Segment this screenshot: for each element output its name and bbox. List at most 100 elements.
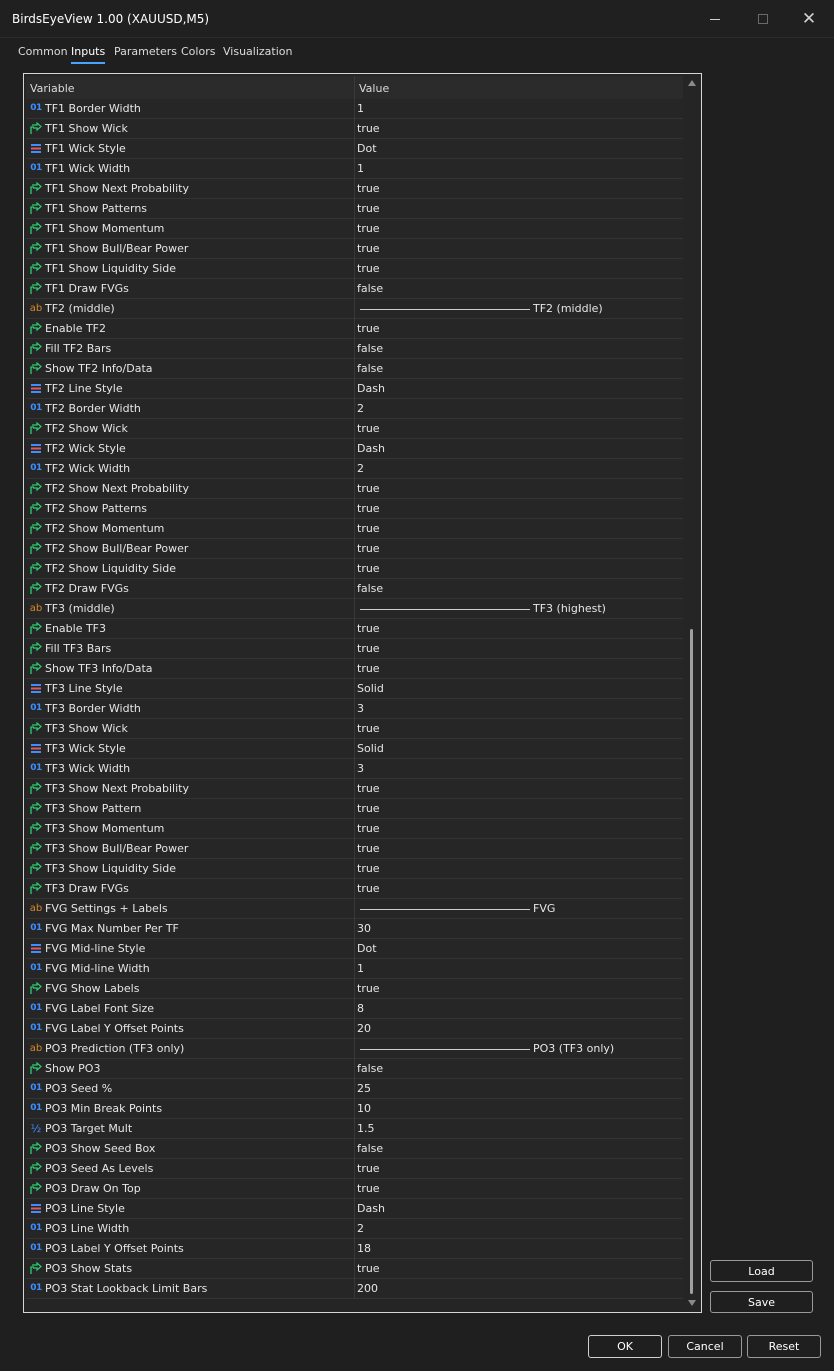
vertical-scrollbar[interactable] (685, 76, 699, 1310)
table-row[interactable]: TF3 Show Momentum true (26, 819, 683, 839)
variable-value[interactable]: 3 (357, 762, 364, 775)
variable-value[interactable]: true (357, 322, 380, 335)
table-row[interactable]: TF3 Draw FVGs true (26, 879, 683, 899)
variable-value[interactable]: true (357, 422, 380, 435)
section-row[interactable]: ab FVG Settings + Labels FVG (26, 899, 683, 919)
table-row[interactable]: 01 FVG Mid-line Width 1 (26, 959, 683, 979)
scroll-down-icon[interactable] (688, 1300, 696, 1306)
variable-value[interactable]: 25 (357, 1082, 371, 1095)
table-row[interactable]: TF1 Show Liquidity Side true (26, 259, 683, 279)
variable-value[interactable]: PO3 (TF3 only) (533, 1042, 614, 1055)
variable-value[interactable]: Solid (357, 682, 384, 695)
table-row[interactable]: 01 TF3 Wick Width 3 (26, 759, 683, 779)
table-row[interactable]: 01 PO3 Seed % 25 (26, 1079, 683, 1099)
variable-value[interactable]: true (357, 482, 380, 495)
table-row[interactable]: PO3 Draw On Top true (26, 1179, 683, 1199)
variable-value[interactable]: TF2 (middle) (533, 302, 603, 315)
table-row[interactable]: TF3 Show Wick true (26, 719, 683, 739)
table-row[interactable]: 01 PO3 Label Y Offset Points 18 (26, 1239, 683, 1259)
table-row[interactable]: TF2 Show Bull/Bear Power true (26, 539, 683, 559)
minimize-button[interactable] (692, 0, 738, 38)
table-row[interactable]: 01 PO3 Stat Lookback Limit Bars 200 (26, 1279, 683, 1299)
variable-value[interactable]: true (357, 782, 380, 795)
table-row[interactable]: TF3 Wick Style Solid (26, 739, 683, 759)
table-row[interactable]: Show TF2 Info/Data false (26, 359, 683, 379)
variable-value[interactable]: false (357, 582, 383, 595)
variable-value[interactable]: true (357, 842, 380, 855)
table-row[interactable]: TF2 Show Wick true (26, 419, 683, 439)
variable-value[interactable]: Dot (357, 142, 377, 155)
variable-value[interactable]: true (357, 202, 380, 215)
variable-value[interactable]: false (357, 342, 383, 355)
variable-value[interactable]: true (357, 882, 380, 895)
variable-value[interactable]: TF3 (highest) (533, 602, 606, 615)
table-row[interactable]: FVG Show Labels true (26, 979, 683, 999)
variable-value[interactable]: 20 (357, 1022, 371, 1035)
variable-value[interactable]: true (357, 1262, 380, 1275)
table-row[interactable]: 01 FVG Max Number Per TF 30 (26, 919, 683, 939)
table-row[interactable]: Enable TF3 true (26, 619, 683, 639)
table-row[interactable]: TF3 Show Bull/Bear Power true (26, 839, 683, 859)
variable-value[interactable]: 1 (357, 962, 364, 975)
table-row[interactable]: TF2 Wick Style Dash (26, 439, 683, 459)
variable-value[interactable]: 200 (357, 1282, 378, 1295)
variable-value[interactable]: true (357, 662, 380, 675)
variable-value[interactable]: true (357, 262, 380, 275)
table-row[interactable]: 01 PO3 Line Width 2 (26, 1219, 683, 1239)
variable-value[interactable]: Dash (357, 382, 385, 395)
column-divider[interactable] (354, 76, 355, 100)
variable-value[interactable]: true (357, 502, 380, 515)
table-row[interactable]: TF1 Show Bull/Bear Power true (26, 239, 683, 259)
tab-colors[interactable]: Colors (181, 45, 215, 58)
table-row[interactable]: TF2 Line Style Dash (26, 379, 683, 399)
variable-value[interactable]: true (357, 182, 380, 195)
variable-value[interactable]: true (357, 862, 380, 875)
ok-button[interactable]: OK (588, 1335, 662, 1358)
variable-value[interactable]: 2 (357, 462, 364, 475)
scroll-up-icon[interactable] (688, 80, 696, 86)
variable-value[interactable]: 30 (357, 922, 371, 935)
tab-common[interactable]: Common (18, 45, 68, 58)
table-row[interactable]: TF1 Show Patterns true (26, 199, 683, 219)
table-row[interactable]: Fill TF3 Bars true (26, 639, 683, 659)
variable-value[interactable]: 2 (357, 1222, 364, 1235)
variable-value[interactable]: true (357, 542, 380, 555)
table-row[interactable]: Fill TF2 Bars false (26, 339, 683, 359)
variable-value[interactable]: true (357, 802, 380, 815)
table-row[interactable]: TF3 Show Liquidity Side true (26, 859, 683, 879)
table-row[interactable]: Show PO3 false (26, 1059, 683, 1079)
variable-value[interactable]: true (357, 1162, 380, 1175)
table-row[interactable]: 01 FVG Label Font Size 8 (26, 999, 683, 1019)
variable-value[interactable]: true (357, 822, 380, 835)
variable-value[interactable]: false (357, 1062, 383, 1075)
variable-value[interactable]: true (357, 122, 380, 135)
table-row[interactable]: 01 TF2 Wick Width 2 (26, 459, 683, 479)
variable-value[interactable]: true (357, 982, 380, 995)
table-row[interactable]: TF3 Show Next Probability true (26, 779, 683, 799)
variable-value[interactable]: Dash (357, 1202, 385, 1215)
table-row[interactable]: TF1 Show Next Probability true (26, 179, 683, 199)
variable-value[interactable]: 2 (357, 402, 364, 415)
table-row[interactable]: TF1 Show Momentum true (26, 219, 683, 239)
variable-value[interactable]: true (357, 1182, 380, 1195)
variable-value[interactable]: Dot (357, 942, 377, 955)
table-row[interactable]: PO3 Show Seed Box false (26, 1139, 683, 1159)
tab-inputs[interactable]: Inputs (71, 45, 106, 64)
variable-value[interactable]: true (357, 222, 380, 235)
table-row[interactable]: 01 TF2 Border Width 2 (26, 399, 683, 419)
variable-value[interactable]: true (357, 722, 380, 735)
maximize-button[interactable] (740, 0, 786, 38)
variable-value[interactable]: true (357, 622, 380, 635)
tab-parameters[interactable]: Parameters (114, 45, 177, 58)
variable-value[interactable]: 8 (357, 1002, 364, 1015)
variable-value[interactable]: 10 (357, 1102, 371, 1115)
table-row[interactable]: TF1 Wick Style Dot (26, 139, 683, 159)
close-button[interactable]: ✕ (786, 0, 832, 38)
table-row[interactable]: Show TF3 Info/Data true (26, 659, 683, 679)
table-row[interactable]: TF3 Line Style Solid (26, 679, 683, 699)
load-button[interactable]: Load (710, 1260, 813, 1282)
save-button[interactable]: Save (710, 1291, 813, 1313)
variable-value[interactable]: Dash (357, 442, 385, 455)
column-header-value[interactable]: Value (359, 82, 389, 95)
table-row[interactable]: TF2 Show Momentum true (26, 519, 683, 539)
